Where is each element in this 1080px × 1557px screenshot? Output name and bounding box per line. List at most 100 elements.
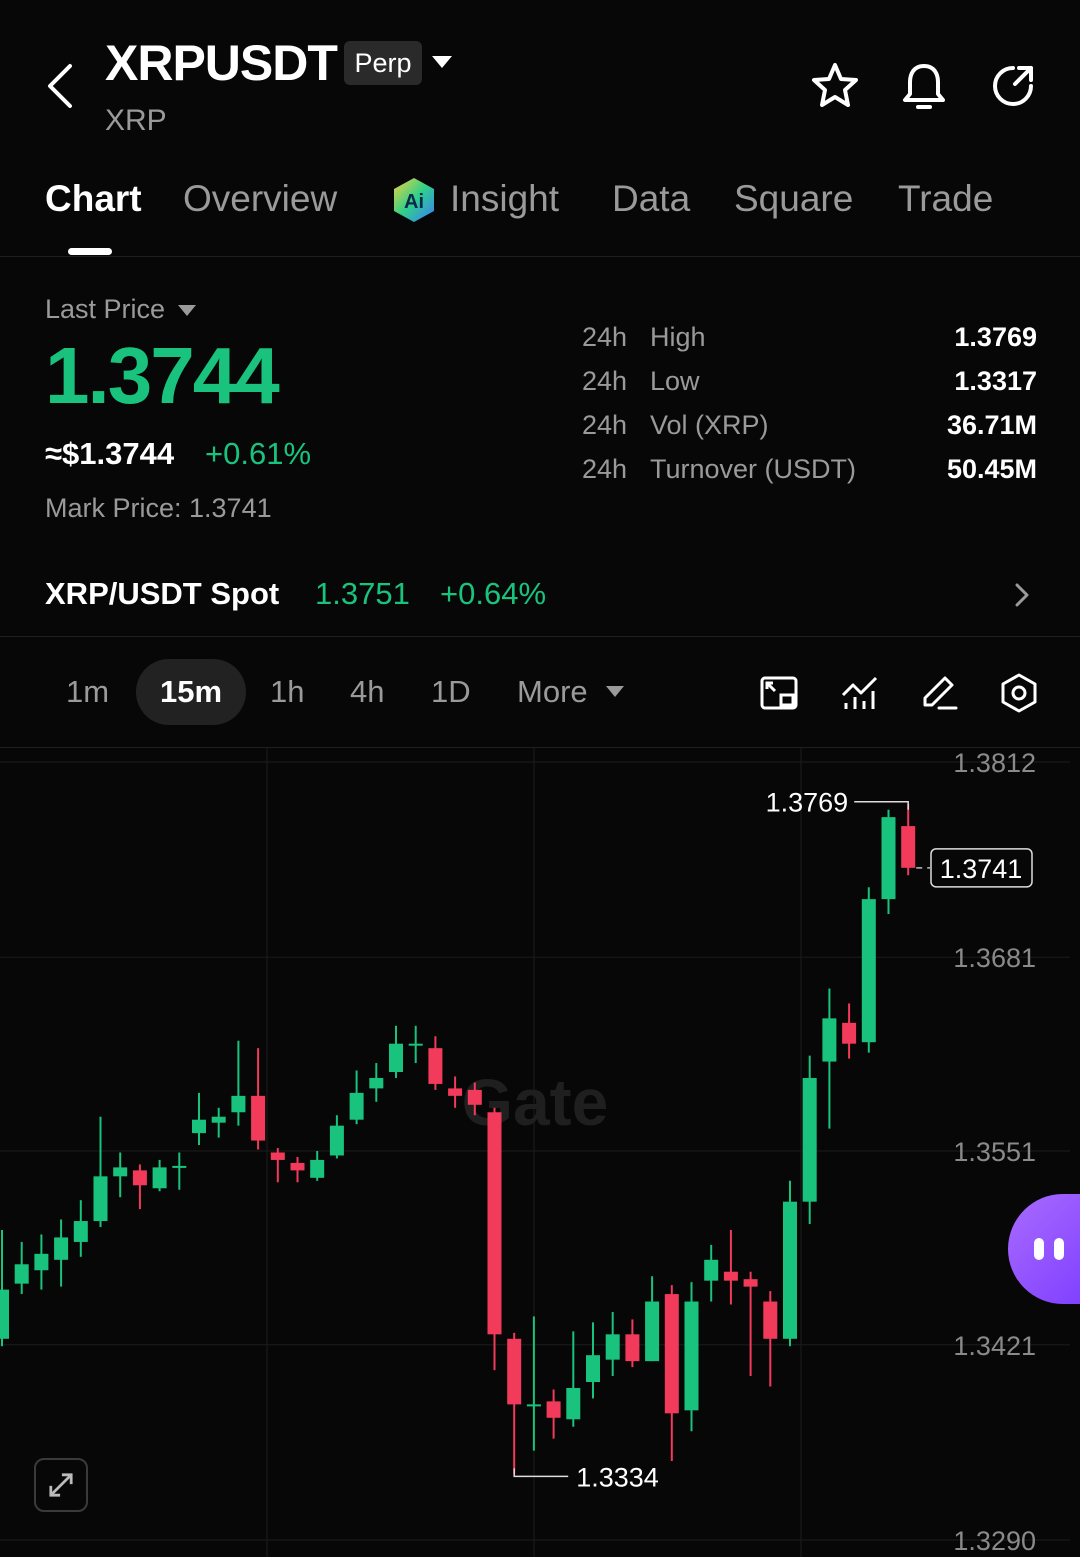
stat-turnover: 24h Turnover (USDT) 50.45M [582, 454, 1037, 494]
candle-body [93, 1176, 108, 1222]
spot-pair-label: XRP/USDT Spot [45, 576, 280, 611]
candle-body [723, 1271, 738, 1281]
tab-data[interactable]: Data [612, 178, 690, 220]
candle-body [428, 1048, 443, 1084]
stat-low: 24h Low 1.3317 [582, 366, 1037, 406]
star-icon[interactable] [809, 60, 861, 112]
candle-body [113, 1167, 128, 1177]
y-tick-label: 1.3551 [953, 1137, 1036, 1167]
candle-body [605, 1334, 620, 1360]
current-price-label: 1.3741 [940, 854, 1023, 884]
last-price-value: 1.3744 [45, 331, 280, 420]
base-asset-label: XRP [105, 104, 167, 137]
interval-15m[interactable]: 15m [136, 659, 246, 725]
candle-body [152, 1167, 167, 1189]
candle-body [172, 1165, 187, 1168]
candle-body [211, 1116, 226, 1123]
watermark-logo: Gate [462, 1065, 609, 1139]
share-icon[interactable] [987, 60, 1039, 112]
bot-eye-icon [1034, 1238, 1044, 1260]
price-type-caret-icon[interactable] [178, 305, 196, 316]
last-price-label[interactable]: Last Price [45, 294, 165, 325]
y-tick-label: 1.3421 [953, 1331, 1036, 1361]
low-marker-line [513, 1468, 569, 1478]
candle-body [507, 1338, 522, 1405]
candle-body [546, 1401, 561, 1418]
interval-1m[interactable]: 1m [66, 674, 109, 710]
header: XRPUSDT Perp XRP [0, 0, 1080, 160]
candle-body [132, 1170, 147, 1186]
candle-body [704, 1259, 719, 1281]
candlestick-chart[interactable]: 1.3812 1.3681 1.3551 1.3421 1.3290 Gate 1.3769… [0, 748, 1080, 1557]
spot-change-percent: +0.64% [440, 576, 547, 611]
candle-body [349, 1092, 364, 1120]
candle-body [625, 1334, 640, 1362]
bot-eye-icon [1054, 1238, 1064, 1260]
fullscreen-expand-icon[interactable] [34, 1458, 88, 1512]
candle-body [270, 1152, 285, 1160]
tab-bar: Chart Overview Insight Data Square Trade [0, 160, 1080, 257]
candle-body [231, 1095, 246, 1113]
stat-name: Turnover (USDT) [650, 454, 857, 484]
candle-body [763, 1301, 778, 1339]
price-change-percent: +0.61% [205, 436, 312, 471]
candle-body [802, 1077, 817, 1202]
candle-body [684, 1301, 699, 1411]
spot-market-link[interactable]: XRP/USDT Spot 1.3751 +0.64% [0, 555, 1080, 637]
stat-value: 50.45M [946, 454, 1037, 484]
symbol-title[interactable]: XRPUSDT [105, 34, 338, 92]
interval-1h[interactable]: 1h [270, 674, 304, 710]
contract-dropdown-caret-icon[interactable] [432, 56, 452, 68]
tab-square[interactable]: Square [734, 178, 853, 220]
stat-period: 24h [582, 322, 628, 352]
stat-value: 1.3317 [954, 366, 1037, 396]
tab-trade[interactable]: Trade [898, 178, 993, 220]
low-price-label: 1.3334 [576, 1462, 659, 1492]
tab-overview[interactable]: Overview [183, 178, 337, 220]
y-tick-label: 1.3290 [953, 1526, 1036, 1556]
candle-body [783, 1201, 797, 1339]
candle-body [487, 1112, 502, 1335]
interval-1d[interactable]: 1D [431, 674, 471, 710]
candle-body [408, 1043, 423, 1046]
high-price-label: 1.3769 [766, 788, 849, 818]
interval-more[interactable]: More [517, 674, 588, 710]
tab-chart[interactable]: Chart [45, 178, 142, 220]
candle-body [586, 1355, 600, 1383]
candle-body [901, 826, 916, 868]
stat-name: Vol (XRP) [650, 410, 769, 440]
stat-period: 24h [582, 410, 628, 440]
candle-body [34, 1253, 49, 1271]
interval-4h[interactable]: 4h [350, 674, 384, 710]
indicators-icon[interactable] [838, 671, 882, 715]
stat-period: 24h [582, 366, 628, 396]
settings-gear-icon[interactable] [997, 671, 1041, 715]
more-caret-icon[interactable] [606, 686, 624, 697]
candle-body [645, 1301, 660, 1362]
candle-body [14, 1264, 29, 1284]
contract-type-badge[interactable]: Perp [344, 41, 422, 85]
candle-body [73, 1221, 88, 1242]
candle-body [290, 1162, 305, 1171]
stat-period: 24h [582, 454, 628, 484]
candle-body [251, 1095, 266, 1141]
mark-price-value: Mark Price: 1.3741 [45, 493, 272, 523]
candle-body [861, 899, 876, 1043]
candle-body [369, 1077, 384, 1089]
back-arrow-icon[interactable] [40, 58, 84, 114]
draw-pencil-icon[interactable] [917, 671, 961, 715]
chart-canvas[interactable]: 1.3812 1.3681 1.3551 1.3421 1.3290 Gate 1.3769… [0, 748, 1080, 1557]
high-marker-line [854, 800, 909, 810]
y-tick-label: 1.3812 [953, 748, 1036, 778]
stat-name: High [650, 322, 706, 352]
bell-icon[interactable] [898, 60, 950, 112]
candle-body [664, 1294, 679, 1414]
candle-body [329, 1125, 344, 1156]
candle-body [822, 1018, 837, 1062]
ai-insight-icon: Ai [394, 178, 434, 222]
tab-insight[interactable]: Insight [450, 178, 559, 220]
stat-volume: 24h Vol (XRP) 36.71M [582, 410, 1037, 450]
svg-text:Ai: Ai [404, 191, 424, 213]
candle-body [526, 1404, 541, 1407]
landscape-view-icon[interactable] [757, 671, 801, 715]
